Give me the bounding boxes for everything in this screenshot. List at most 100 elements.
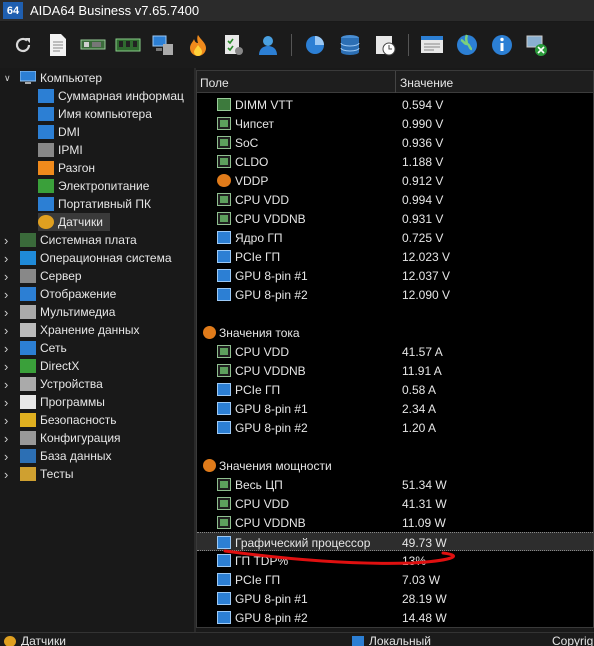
tree-item-server[interactable]: › Сервер xyxy=(0,267,194,285)
tree-item-display[interactable]: › Отображение xyxy=(0,285,194,303)
user-icon[interactable] xyxy=(255,32,281,58)
database-icon[interactable] xyxy=(337,32,363,58)
computer-network-icon[interactable] xyxy=(150,32,176,58)
sensor-row[interactable]: PCIe ГП 7.03 W xyxy=(197,570,593,589)
column-separator[interactable] xyxy=(395,71,396,93)
sensor-row[interactable]: GPU 8-pin #2 12.090 V xyxy=(197,285,593,304)
sensor-row[interactable]: Весь ЦП 51.34 W xyxy=(197,475,593,494)
web-report-icon[interactable] xyxy=(419,32,445,58)
tree-item-label: Датчики xyxy=(58,215,103,229)
sensor-row[interactable]: CPU VDDNB 11.09 W xyxy=(197,513,593,532)
server-icon xyxy=(20,269,36,283)
tree-item-benchmark[interactable]: › Тесты xyxy=(0,465,194,483)
tree-item-network[interactable]: › Сеть xyxy=(0,339,194,357)
column-header-field[interactable]: Поле xyxy=(200,76,229,90)
tree-item-multimedia[interactable]: › Мультимедиа xyxy=(0,303,194,321)
sensor-row[interactable]: GPU 8-pin #2 1.20 A xyxy=(197,418,593,437)
chart-icon[interactable] xyxy=(302,32,328,58)
chevron-right-icon[interactable]: › xyxy=(4,341,14,356)
sensor-row[interactable]: GPU 8-pin #1 2.34 A xyxy=(197,399,593,418)
tree-item-operating-system[interactable]: › Операционная система xyxy=(0,249,194,267)
tree-item-database[interactable]: › База данных xyxy=(0,447,194,465)
sensor-row[interactable]: CPU VDD 41.31 W xyxy=(197,494,593,513)
tree-item-dmi[interactable]: DMI xyxy=(38,123,194,141)
tree-item-sensors[interactable]: Датчики xyxy=(38,213,110,231)
refresh-icon[interactable] xyxy=(10,32,36,58)
chevron-right-icon[interactable]: › xyxy=(4,251,14,266)
tree-item-overclock[interactable]: Разгон xyxy=(38,159,194,177)
chip-icon xyxy=(217,496,231,510)
sensor-row[interactable]: PCIe ГП 0.58 A xyxy=(197,380,593,399)
sensor-row[interactable]: CPU VDD 41.57 A xyxy=(197,342,593,361)
memory-icon[interactable] xyxy=(115,32,141,58)
sensor-row[interactable]: GPU 8-pin #1 28.19 W xyxy=(197,589,593,608)
sensor-row[interactable]: DIMM VTT 0.594 V xyxy=(197,95,593,114)
sensor-row[interactable]: CPU VDDNB 0.931 V xyxy=(197,209,593,228)
globe-icon[interactable] xyxy=(454,32,480,58)
chevron-right-icon[interactable]: › xyxy=(4,413,14,428)
chevron-right-icon[interactable]: › xyxy=(4,467,14,482)
sensor-row[interactable]: ГП TDP% 13% xyxy=(197,551,593,570)
group-current-values[interactable]: Значения тока xyxy=(197,323,593,342)
schedule-icon[interactable] xyxy=(372,32,398,58)
tree-item-label: База данных xyxy=(40,449,112,463)
window-title: AIDA64 Business v7.65.7400 xyxy=(30,3,200,18)
sensor-row[interactable]: CPU VDD 0.994 V xyxy=(197,190,593,209)
sensor-row[interactable]: GPU 8-pin #1 12.037 V xyxy=(197,266,593,285)
sensor-row[interactable]: VDDP 0.912 V xyxy=(197,171,593,190)
chevron-right-icon[interactable]: › xyxy=(4,449,14,464)
tree-item-config[interactable]: › Конфигурация xyxy=(0,429,194,447)
tree-item-computer-name[interactable]: Имя компьютера xyxy=(38,105,194,123)
navigation-tree: ∨ Компьютер Суммарная информац Имя компью… xyxy=(0,68,194,632)
chevron-right-icon[interactable]: › xyxy=(4,377,14,392)
chip-icon xyxy=(217,211,231,225)
chevron-right-icon[interactable]: › xyxy=(4,305,14,320)
tree-item-devices[interactable]: › Устройства xyxy=(0,375,194,393)
bolt-icon xyxy=(203,459,216,472)
motherboard-icon[interactable] xyxy=(80,32,106,58)
chevron-down-icon[interactable]: ∨ xyxy=(4,73,14,84)
sensor-name: GPU 8-pin #1 xyxy=(235,268,308,283)
monitor-icon xyxy=(217,610,231,624)
chevron-right-icon[interactable]: › xyxy=(4,269,14,284)
sensor-row[interactable]: SoC 0.936 V xyxy=(197,133,593,152)
tree-item-security[interactable]: › Безопасность xyxy=(0,411,194,429)
toolbar xyxy=(0,22,594,68)
chevron-right-icon[interactable]: › xyxy=(4,395,14,410)
tree-item-power-management[interactable]: Электропитание xyxy=(38,177,194,195)
sensor-row[interactable]: Чипсет 0.990 V xyxy=(197,114,593,133)
chip-icon xyxy=(217,363,231,377)
tree-item-portable-pc[interactable]: Портативный ПК xyxy=(38,195,194,213)
chevron-right-icon[interactable]: › xyxy=(4,287,14,302)
tree-item-storage[interactable]: › Хранение данных xyxy=(0,321,194,339)
chevron-right-icon[interactable]: › xyxy=(4,431,14,446)
flame-icon[interactable] xyxy=(185,32,211,58)
sensor-row[interactable]: Ядро ГП 0.725 V xyxy=(197,228,593,247)
column-header-value[interactable]: Значение xyxy=(400,76,453,90)
chevron-right-icon[interactable]: › xyxy=(4,359,14,374)
tree-item-label: Компьютер xyxy=(40,71,103,85)
sensor-icon xyxy=(4,635,16,646)
tree-item-software[interactable]: › Программы xyxy=(0,393,194,411)
tree-item-computer[interactable]: ∨ Компьютер xyxy=(0,69,194,87)
chevron-right-icon[interactable]: › xyxy=(4,233,14,248)
info-icon[interactable] xyxy=(489,32,515,58)
status-text-middle: Локальный xyxy=(369,634,431,646)
sensor-row[interactable]: PCIe ГП 12.023 V xyxy=(197,247,593,266)
sensor-row[interactable]: CPU VDDNB 11.91 A xyxy=(197,361,593,380)
checklist-icon[interactable] xyxy=(220,32,246,58)
tree-item-ipmi[interactable]: IPMI xyxy=(38,141,194,159)
report-icon[interactable] xyxy=(45,32,71,58)
exit-icon[interactable] xyxy=(524,32,550,58)
sensor-row[interactable]: Графический процессор 49.73 W xyxy=(197,531,593,551)
group-power-values[interactable]: Значения мощности xyxy=(197,456,593,475)
tree-item-motherboard[interactable]: › Системная плата xyxy=(0,231,194,249)
phone-icon xyxy=(38,143,54,157)
sensor-value: 11.91 A xyxy=(402,363,442,378)
sensor-row[interactable]: GPU 8-pin #2 14.48 W xyxy=(197,608,593,627)
chevron-right-icon[interactable]: › xyxy=(4,323,14,338)
tree-item-summary[interactable]: Суммарная информац xyxy=(38,87,194,105)
tree-item-directx[interactable]: › DirectX xyxy=(0,357,194,375)
status-bar: Датчики Локальный Copyrig xyxy=(0,632,594,646)
sensor-row[interactable]: CLDO 1.188 V xyxy=(197,152,593,171)
